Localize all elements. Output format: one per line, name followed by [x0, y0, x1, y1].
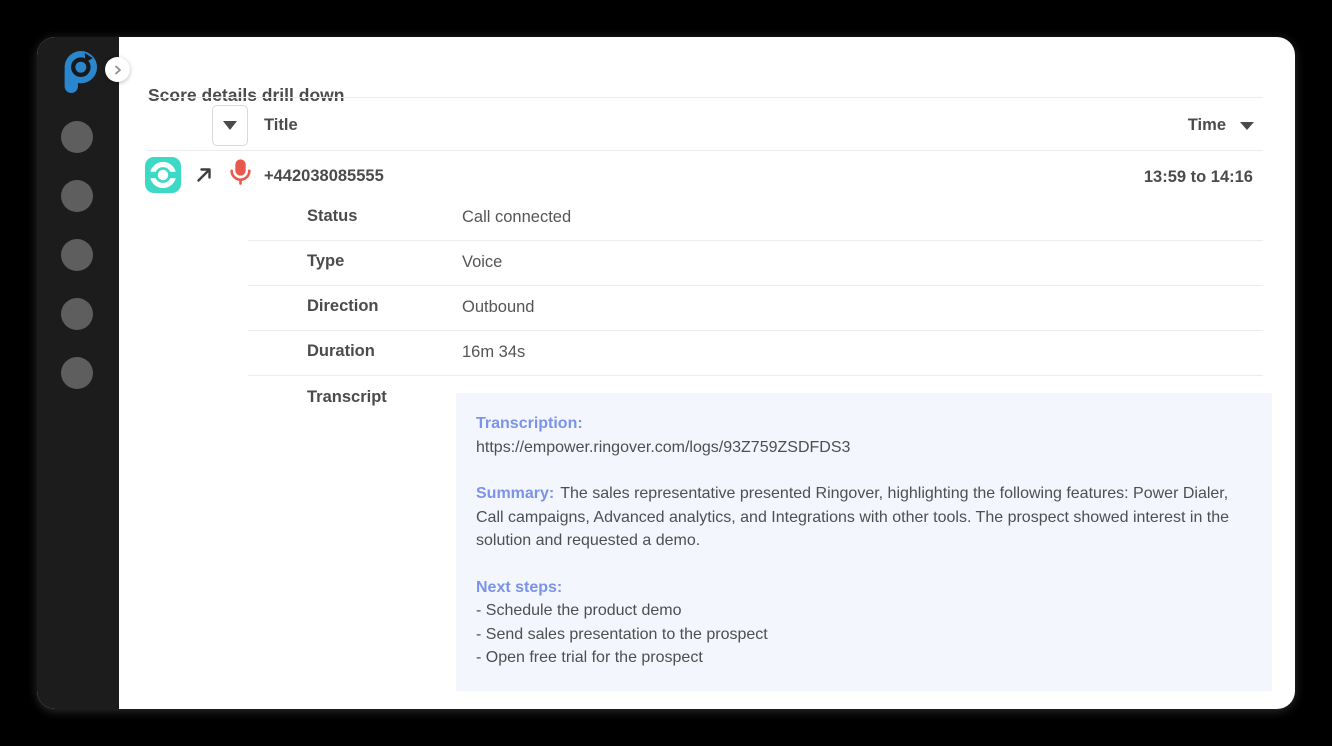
- detail-label-duration: Duration: [307, 342, 375, 361]
- ringover-app-icon: [145, 157, 181, 193]
- column-header-time-label: Time: [1188, 116, 1226, 135]
- detail-value-status: Call connected: [462, 208, 571, 227]
- next-step-item: - Send sales presentation to the prospec…: [476, 623, 1252, 647]
- caret-down-icon: [223, 121, 237, 130]
- row-divider: [248, 240, 1263, 241]
- sidebar-nav-item-5[interactable]: [61, 357, 93, 389]
- sort-caret-down-icon: [1240, 122, 1254, 130]
- header-divider: [146, 97, 1263, 98]
- transcription-url: https://empower.ringover.com/logs/93Z759…: [476, 436, 1252, 460]
- detail-value-duration: 16m 34s: [462, 343, 525, 362]
- page-title: Score details drill down: [148, 85, 344, 106]
- sidebar-nav-item-4[interactable]: [61, 298, 93, 330]
- filter-dropdown-button[interactable]: [212, 105, 248, 146]
- detail-label-transcript: Transcript: [307, 388, 387, 407]
- sidebar-nav-item-2[interactable]: [61, 180, 93, 212]
- next-step-item: - Open free trial for the prospect: [476, 646, 1252, 670]
- column-header-title[interactable]: Title: [264, 116, 298, 135]
- summary-label: Summary:: [476, 485, 554, 502]
- call-row-phone-number[interactable]: +442038085555: [264, 167, 384, 186]
- summary-text: The sales representative presented Ringo…: [476, 485, 1229, 549]
- plecto-logo-icon: [56, 48, 98, 94]
- table-header-divider: [146, 150, 1263, 151]
- detail-value-type: Voice: [462, 253, 502, 272]
- chevron-right-icon: [113, 64, 123, 76]
- column-header-time[interactable]: Time: [1188, 116, 1254, 135]
- detail-label-status: Status: [307, 207, 357, 226]
- summary-paragraph: Summary:The sales representative present…: [476, 482, 1252, 553]
- open-external-link-icon[interactable]: [195, 166, 213, 184]
- spacer: [476, 553, 1252, 576]
- sidebar-nav-item-3[interactable]: [61, 239, 93, 271]
- transcription-label: Transcription:: [476, 412, 1252, 436]
- sidebar-expand-button[interactable]: [105, 57, 130, 82]
- row-divider: [248, 285, 1263, 286]
- sidebar-nav-item-1[interactable]: [61, 121, 93, 153]
- app-window: Score details drill down Title Time +: [37, 37, 1295, 709]
- page-background: Score details drill down Title Time +: [0, 0, 1332, 746]
- row-divider: [248, 330, 1263, 331]
- call-row-time-range: 13:59 to 14:16: [1144, 168, 1253, 187]
- spacer: [476, 459, 1252, 482]
- next-step-item: - Schedule the product demo: [476, 599, 1252, 623]
- detail-label-type: Type: [307, 252, 344, 271]
- next-steps-label: Next steps:: [476, 576, 1252, 600]
- row-divider: [248, 375, 1263, 376]
- detail-value-direction: Outbound: [462, 298, 534, 317]
- microphone-recording-icon: [229, 158, 252, 186]
- detail-label-direction: Direction: [307, 297, 379, 316]
- sidebar: [37, 37, 119, 709]
- transcript-box: Transcription: https://empower.ringover.…: [456, 393, 1272, 691]
